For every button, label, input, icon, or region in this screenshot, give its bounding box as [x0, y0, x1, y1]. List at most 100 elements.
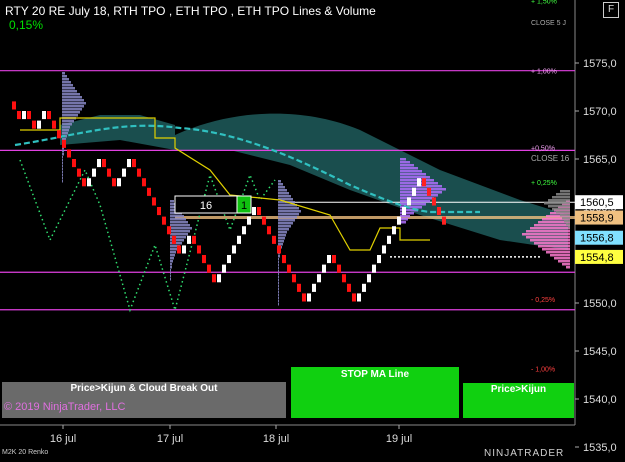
- renko-brick: [272, 235, 276, 244]
- volume-profile-bar: [278, 297, 279, 300]
- y-tick-label: 1550,0: [583, 298, 617, 310]
- volume-profile-bar: [526, 236, 570, 239]
- renko-brick: [167, 226, 171, 235]
- volume-profile-bar: [400, 176, 430, 179]
- volume-profile-bar: [526, 230, 570, 233]
- volume-profile-bar: [170, 260, 173, 263]
- volume-profile-bar: [278, 231, 287, 234]
- renko-brick: [362, 283, 366, 292]
- renko-brick: [107, 168, 111, 177]
- volume-profile-bar: [62, 129, 69, 132]
- renko-brick: [432, 197, 436, 206]
- volume-profile-bar: [278, 189, 287, 192]
- renko-brick: [277, 245, 281, 254]
- volume-profile-bar: [62, 87, 75, 90]
- volume-profile-bar: [62, 105, 84, 108]
- volume-profile-bar: [62, 96, 82, 99]
- x-tick-label: 19 jul: [386, 433, 412, 445]
- volume-profile-bar: [170, 251, 176, 254]
- volume-profile-bar: [278, 291, 279, 294]
- renko-brick: [267, 226, 271, 235]
- renko-brick: [387, 235, 391, 244]
- ichimoku-cloud-left: [60, 115, 175, 150]
- renko-brick: [87, 178, 91, 187]
- renko-brick: [232, 245, 236, 254]
- volume-profile-bar: [170, 248, 178, 251]
- renko-brick: [77, 168, 81, 177]
- renko-brick: [197, 245, 201, 254]
- volume-profile-bar: [62, 99, 84, 102]
- volume-profile-bar: [278, 267, 279, 270]
- pct-label: - 1,00%: [531, 366, 555, 373]
- renko-brick: [182, 245, 186, 254]
- volume-profile-bar: [62, 156, 63, 159]
- renko-brick: [437, 207, 441, 216]
- renko-brick: [297, 283, 301, 292]
- renko-brick: [157, 207, 161, 216]
- renko-brick: [372, 264, 376, 273]
- renko-brick: [247, 216, 251, 225]
- signal-box-marker-label: 1: [241, 200, 247, 212]
- volume-profile-bar: [278, 282, 279, 285]
- volume-profile-bar: [400, 161, 410, 164]
- volume-profile-bar: [62, 150, 64, 153]
- volume-profile-bar: [278, 195, 291, 198]
- volume-profile-bar: [278, 225, 291, 228]
- renko-brick: [112, 178, 116, 187]
- volume-profile-bar: [62, 132, 68, 135]
- renko-brick: [357, 293, 361, 302]
- volume-profile-bar: [62, 159, 63, 162]
- renko-brick: [262, 216, 266, 225]
- volume-profile-bar: [530, 227, 570, 230]
- renko-brick: [162, 216, 166, 225]
- renko-brick: [347, 283, 351, 292]
- volume-profile-bar: [560, 190, 570, 193]
- renko-brick: [72, 159, 76, 168]
- renko-brick: [422, 178, 426, 187]
- renko-brick: [417, 178, 421, 187]
- renko-brick: [442, 216, 446, 225]
- volume-profile-bar: [278, 285, 279, 288]
- renko-brick: [47, 111, 51, 120]
- renko-brick: [122, 168, 126, 177]
- logo-icon[interactable]: F: [603, 2, 619, 18]
- volume-profile-bar: [546, 251, 570, 254]
- volume-profile-bar: [278, 228, 289, 231]
- renko-brick: [147, 187, 151, 196]
- ichimoku-cloud: [175, 113, 568, 251]
- volume-profile-bar: [170, 263, 172, 266]
- volume-profile-bar: [62, 177, 63, 180]
- renko-brick: [402, 207, 406, 216]
- volume-profile-bar: [400, 197, 434, 200]
- volume-profile-bar: [170, 254, 175, 257]
- volume-profile-bar: [278, 258, 279, 261]
- volume-profile-bar: [400, 170, 422, 173]
- volume-profile-bar: [170, 215, 184, 218]
- volume-profile-bar: [278, 264, 279, 267]
- renko-brick: [342, 274, 346, 283]
- volume-profile-bar: [548, 199, 570, 202]
- volume-profile-bar: [278, 240, 284, 243]
- volume-profile-bar: [522, 233, 570, 236]
- volume-profile-bar: [538, 245, 570, 248]
- renko-brick: [172, 235, 176, 244]
- volume-profile-bar: [62, 180, 63, 183]
- renko-brick: [102, 159, 106, 168]
- volume-profile-bar: [62, 174, 63, 177]
- copyright: © 2019 NinjaTrader, LLC: [4, 401, 126, 413]
- volume-profile-bar: [400, 215, 410, 218]
- volume-profile-bar: [62, 90, 77, 93]
- y-tick-label: 1575,0: [583, 58, 617, 70]
- volume-profile-bar: [62, 78, 69, 81]
- volume-profile-bar: [278, 273, 279, 276]
- signal-kijun: Price>Kijun: [490, 384, 547, 395]
- signal-box-value: 16: [200, 200, 212, 212]
- price-tag-label: 1554,8: [580, 252, 614, 264]
- renko-brick: [42, 111, 46, 120]
- renko-brick: [292, 274, 296, 283]
- volume-profile-bar: [550, 254, 570, 257]
- volume-profile-bar: [62, 93, 80, 96]
- volume-profile-bar: [278, 237, 285, 240]
- y-tick-label: 1570,0: [583, 106, 617, 118]
- volume-profile-bar: [62, 123, 72, 126]
